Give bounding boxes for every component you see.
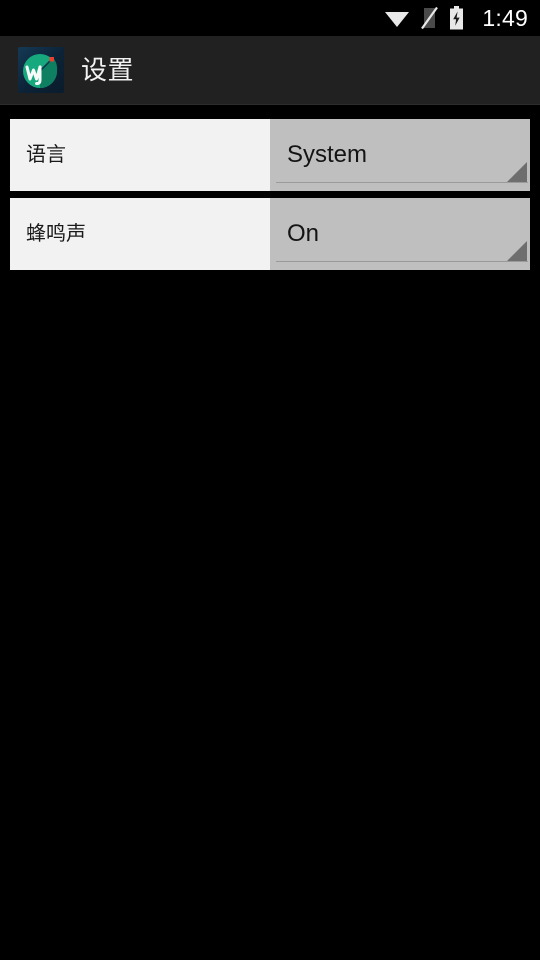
language-spinner[interactable]: System [270, 119, 530, 191]
status-bar-clock: 1:49 [482, 5, 528, 31]
spinner-dropdown-icon [507, 241, 527, 261]
page-title: 设置 [81, 55, 135, 85]
status-bar-icons: 1:49 [384, 6, 528, 30]
preference-label-cell: 蜂鸣声 [10, 198, 270, 270]
preference-row-language[interactable]: 语言 System [10, 119, 530, 191]
battery-charging-icon [449, 6, 464, 30]
spinner-dropdown-icon [507, 162, 527, 182]
preference-label-cell: 语言 [10, 119, 270, 191]
app-logo-icon[interactable] [18, 47, 64, 93]
language-spinner-value: System [287, 141, 368, 168]
settings-list: 语言 System 蜂鸣声 On [0, 105, 540, 270]
buzzer-spinner[interactable]: On [270, 198, 530, 270]
wifi-icon [384, 8, 410, 28]
buzzer-spinner-value: On [287, 220, 320, 247]
preference-label: 语言 [26, 144, 66, 166]
preference-label: 蜂鸣声 [26, 223, 86, 245]
no-sim-icon [420, 6, 439, 30]
app-screen: 1:49 设置 语言 System 蜂鸣声 On [0, 0, 540, 960]
action-bar: 设置 [0, 36, 540, 105]
preference-row-buzzer[interactable]: 蜂鸣声 On [10, 198, 530, 270]
status-bar: 1:49 [0, 0, 540, 36]
